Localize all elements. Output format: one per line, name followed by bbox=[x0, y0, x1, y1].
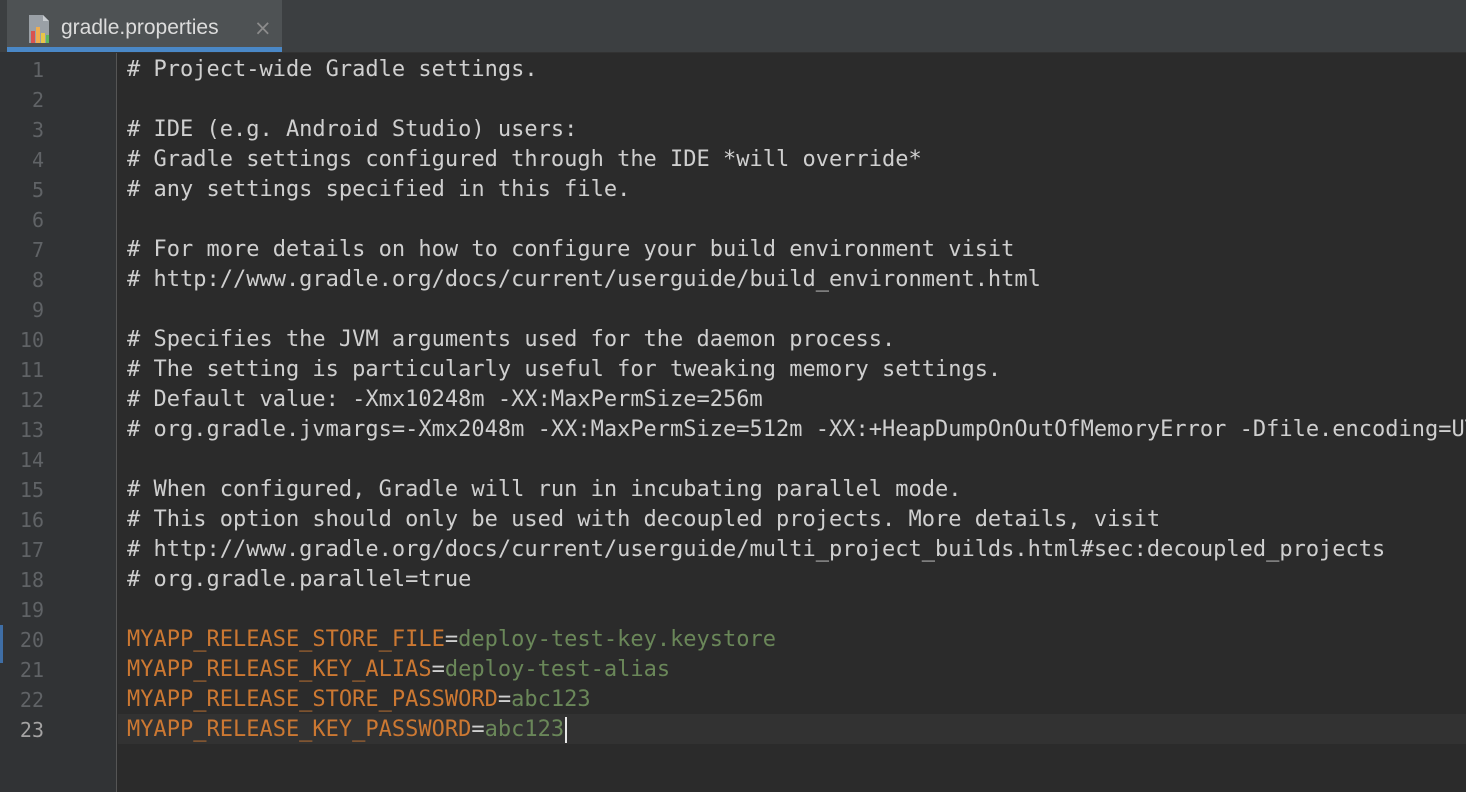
line-number: 15 bbox=[19, 478, 44, 502]
comment-text: # Specifies the JVM arguments used for t… bbox=[127, 327, 896, 352]
equals-sign: = bbox=[431, 657, 445, 682]
line-number: 6 bbox=[31, 208, 44, 232]
property-value: deploy-test-alias bbox=[444, 657, 671, 682]
close-tab-icon[interactable]: × bbox=[254, 16, 272, 40]
code-line[interactable]: MYAPP_RELEASE_STORE_FILE=deploy-test-key… bbox=[127, 625, 776, 655]
code-line[interactable]: # Default value: -Xmx10248m -XX:MaxPermS… bbox=[127, 385, 763, 415]
code-line[interactable]: # Project-wide Gradle settings. bbox=[127, 55, 538, 85]
code-line[interactable]: # http://www.gradle.org/docs/current/use… bbox=[127, 265, 1041, 295]
comment-text: # The setting is particularly useful for… bbox=[127, 357, 1002, 382]
line-number: 21 bbox=[19, 658, 44, 682]
comment-text: # http://www.gradle.org/docs/current/use… bbox=[127, 267, 1041, 292]
ide-window: gradle.properties × 1 2 3 4 5 6 7 8 9 10 11 12 13 14 1… bbox=[0, 0, 1466, 792]
code-line[interactable]: # This option should only be used with d… bbox=[127, 505, 1160, 535]
equals-sign: = bbox=[471, 717, 485, 742]
comment-text: # org.gradle.jvmargs=-Xmx2048m -XX:MaxPe… bbox=[127, 417, 1466, 442]
line-number: 8 bbox=[31, 268, 44, 292]
line-number: 1 bbox=[31, 58, 44, 82]
code-line[interactable]: # When configured, Gradle will run in in… bbox=[127, 475, 961, 505]
comment-text: # org.gradle.parallel=true bbox=[127, 567, 472, 592]
code-line[interactable]: MYAPP_RELEASE_STORE_PASSWORD=abc123 bbox=[127, 685, 591, 715]
tab-gradle-properties[interactable]: gradle.properties × bbox=[7, 0, 282, 52]
line-number: 22 bbox=[19, 688, 44, 712]
code-line[interactable]: # For more details on how to configure y… bbox=[127, 235, 1014, 265]
property-key: MYAPP_RELEASE_KEY_PASSWORD bbox=[127, 717, 472, 742]
code-line[interactable]: MYAPP_RELEASE_KEY_PASSWORD=abc123 bbox=[127, 715, 568, 745]
active-tab-indicator bbox=[7, 47, 282, 52]
line-number: 2 bbox=[31, 88, 44, 112]
code-line[interactable]: # Specifies the JVM arguments used for t… bbox=[127, 325, 895, 355]
line-number: 10 bbox=[19, 328, 44, 352]
line-number: 19 bbox=[19, 598, 44, 622]
line-number: 18 bbox=[19, 568, 44, 592]
comment-text: # http://www.gradle.org/docs/current/use… bbox=[127, 537, 1386, 562]
line-number: 14 bbox=[19, 448, 44, 472]
comment-text: # This option should only be used with d… bbox=[127, 507, 1161, 532]
line-number: 3 bbox=[31, 118, 44, 142]
properties-file-icon bbox=[29, 15, 49, 43]
comment-text: # For more details on how to configure y… bbox=[127, 237, 1015, 262]
property-key: MYAPP_RELEASE_KEY_ALIAS bbox=[127, 657, 432, 682]
line-number: 7 bbox=[31, 238, 44, 262]
tab-label: gradle.properties bbox=[61, 16, 219, 39]
property-value: abc123 bbox=[511, 687, 591, 712]
property-value: abc123 bbox=[484, 717, 565, 742]
property-value: deploy-test-key.keystore bbox=[458, 627, 777, 652]
comment-text: # Gradle settings configured through the… bbox=[127, 147, 922, 172]
comment-text: # any settings specified in this file. bbox=[127, 177, 631, 202]
line-number: 9 bbox=[31, 298, 44, 322]
line-number: 20 bbox=[19, 628, 44, 652]
property-key: MYAPP_RELEASE_STORE_PASSWORD bbox=[127, 687, 498, 712]
line-number: 5 bbox=[31, 178, 44, 202]
comment-text: # IDE (e.g. Android Studio) users: bbox=[127, 117, 578, 142]
line-number: 4 bbox=[31, 148, 44, 172]
line-number-gutter[interactable]: 1 2 3 4 5 6 7 8 9 10 11 12 13 14 15 16 17 18 19 20 21 22 23 bbox=[0, 53, 117, 792]
editor-tab-bar: gradle.properties × bbox=[0, 0, 1466, 53]
code-line[interactable]: # IDE (e.g. Android Studio) users: bbox=[127, 115, 577, 145]
property-key: MYAPP_RELEASE_STORE_FILE bbox=[127, 627, 445, 652]
line-number: 16 bbox=[19, 508, 44, 532]
code-line[interactable]: # The setting is particularly useful for… bbox=[127, 355, 1001, 385]
equals-sign: = bbox=[444, 627, 459, 652]
code-line[interactable]: # any settings specified in this file. bbox=[127, 175, 630, 205]
code-line[interactable]: # org.gradle.jvmargs=-Xmx2048m -XX:MaxPe… bbox=[127, 415, 1466, 445]
text-caret bbox=[565, 717, 568, 743]
code-line[interactable]: MYAPP_RELEASE_KEY_ALIAS=deploy-test-alia… bbox=[127, 655, 670, 685]
code-line[interactable]: # org.gradle.parallel=true bbox=[127, 565, 471, 595]
code-line[interactable]: # http://www.gradle.org/docs/current/use… bbox=[127, 535, 1385, 565]
line-number: 12 bbox=[19, 388, 44, 412]
comment-text: # Default value: -Xmx10248m -XX:MaxPermS… bbox=[127, 387, 763, 412]
comment-text: # When configured, Gradle will run in in… bbox=[127, 477, 962, 502]
code-editor[interactable]: # Project-wide Gradle settings. # IDE (e.… bbox=[118, 53, 1466, 792]
code-line[interactable]: # Gradle settings configured through the… bbox=[127, 145, 922, 175]
line-number: 13 bbox=[19, 418, 44, 442]
line-number: 23 bbox=[19, 718, 44, 742]
equals-sign: = bbox=[497, 687, 512, 712]
line-number: 11 bbox=[19, 358, 44, 382]
comment-text: # Project-wide Gradle settings. bbox=[127, 57, 538, 82]
line-number: 17 bbox=[19, 538, 44, 562]
